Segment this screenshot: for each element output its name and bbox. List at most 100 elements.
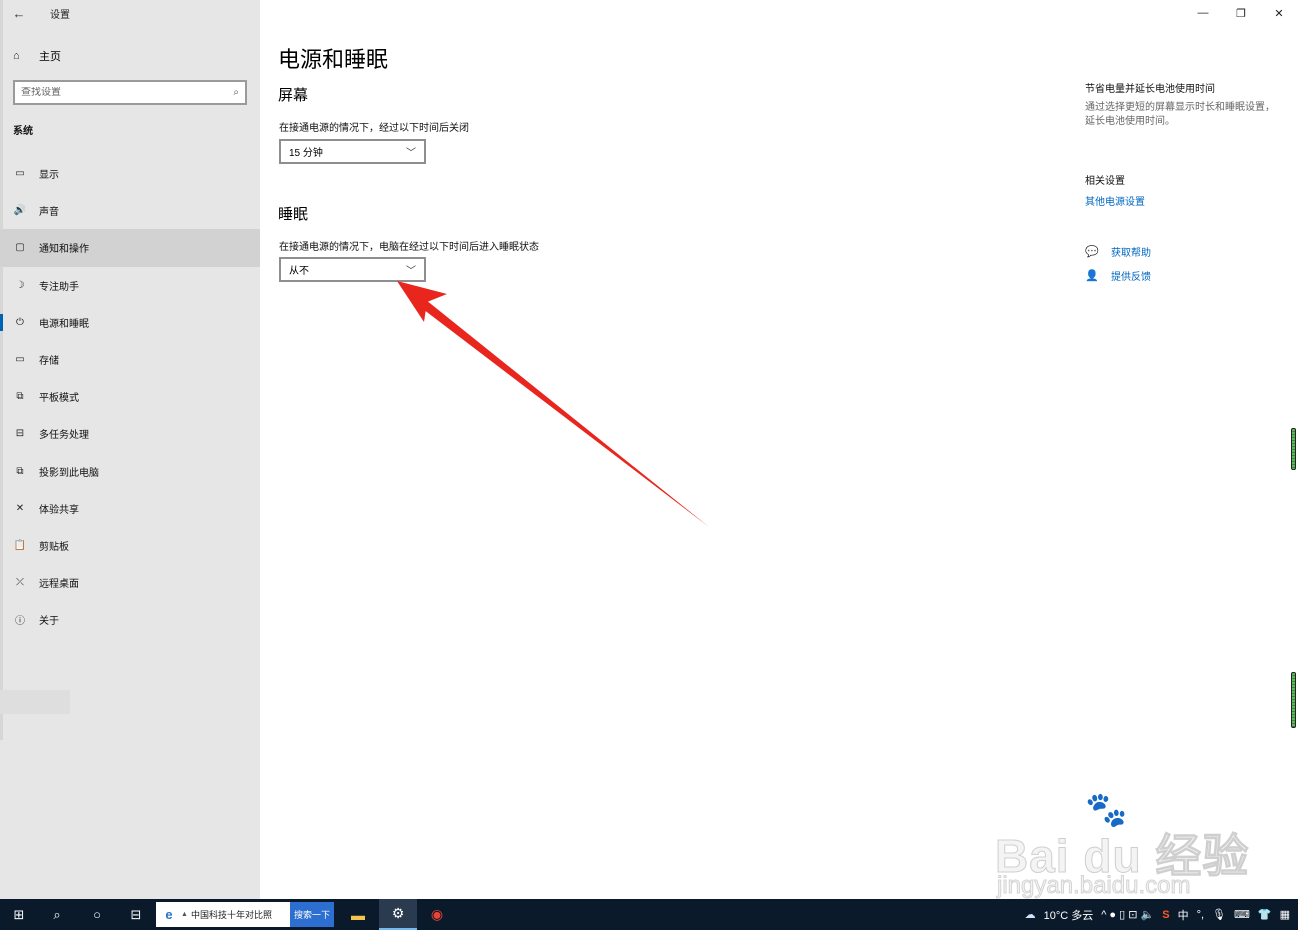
chrome-taskbar-button[interactable]: ◉ [418,899,456,930]
home-icon: ⌂ [13,50,20,62]
skin-icon[interactable]: 👕 [1258,908,1272,921]
task-view-button[interactable]: ⊟ [117,899,155,930]
home-nav-item[interactable]: ⌂ 主页 [0,44,260,68]
tablet-icon: ⧉ [16,391,24,403]
related-settings-heading: 相关设置 [1085,176,1125,187]
sleep-timeout-dropdown[interactable]: 从不 ﹀ [279,257,426,282]
chevron-down-icon: ﹀ [406,266,416,277]
ie-browser-icon: e [165,907,173,922]
weather-readout[interactable]: 10°C 多云 [1044,907,1094,923]
sidebar-item-label: 剪贴板 [39,541,69,553]
sidebar-nav: ▭ 显示 🔊 声音 ▢ 通知和操作 ☽ 专注助手 ⏻ 电源和睡眠 ▭ 存储 ⧉ 平板模式 ⊟ 多任务处理 ⧉ 投影… [0,155,260,638]
settings-window: ← 设置 ⌂ 主页 ⌕ 系统 ▭ 显示 🔊 声音 ▢ 通知和操作 ☽ 专注助手 ⏻ 电源和睡眠 ▭ 存… [0,0,1298,900]
titlebar-left: ← 设置 [0,0,260,26]
sleep-timeout-value: 从不 [289,266,309,277]
circle-icon: ○ [93,907,101,922]
caret-up-icon: ▲ [181,911,188,918]
keyboard-icon[interactable]: ⌨ [1234,908,1250,921]
app-title: 设置 [50,9,70,21]
sidebar-item-power[interactable]: ⏻ 电源和睡眠 [0,304,260,341]
start-button[interactable]: ⊞ [0,899,38,930]
sleep-description: 在接通电源的情况下，电脑在经过以下时间后进入睡眠状态 [279,242,539,253]
sidebar-item-notification[interactable]: ▢ 通知和操作 [0,229,260,267]
screen-timeout-dropdown[interactable]: 15 分钟 ﹀ [279,139,426,164]
section-heading: 系统 [13,126,33,137]
arrow-shaft [415,296,709,527]
sidebar-item-label: 存储 [39,356,59,368]
sidebar-item-tablet[interactable]: ⧉ 平板模式 [0,378,260,415]
info-icon: ⓘ [15,616,25,628]
restore-icon: ❐ [1236,7,1246,20]
screen-timeout-value: 15 分钟 [289,148,323,159]
microphone-icon[interactable]: 🎙 [1212,908,1226,921]
screen-description: 在接通电源的情况下，经过以下时间后关闭 [279,123,469,134]
speaker-icon: 🔊 [13,205,27,217]
sidebar-item-monitor[interactable]: ▭ 显示 [0,155,260,192]
sidebar-item-label: 投影到此电脑 [39,467,99,479]
sogou-ime-icon[interactable]: S [1162,909,1169,921]
sidebar-item-storage[interactable]: ▭ 存储 [0,341,260,378]
minimize-button[interactable]: — [1184,0,1222,26]
sidebar-item-speaker[interactable]: 🔊 声音 [0,192,260,229]
sidebar-blank-area [0,690,70,714]
arrow-head [397,281,447,322]
taskbar-web-search[interactable]: e ▲ 中国科技十年对比照 搜索一下 [156,902,334,927]
windows-logo-icon: ⊞ [13,906,25,922]
close-button[interactable]: ✕ [1260,0,1298,26]
cortana-button[interactable]: ○ [78,899,116,930]
cloud-weather-icon: ☁ [1024,909,1036,921]
sidebar-item-info[interactable]: ⓘ 关于 [0,601,260,638]
monitor-icon: ▭ [15,168,25,180]
ime-mode-indicator[interactable]: 中 [1178,907,1189,923]
sidebar-item-share[interactable]: ✕ 体验共享 [0,490,260,527]
sidebar-item-label: 显示 [39,170,59,182]
scroll-indicator-lower[interactable] [1291,672,1296,728]
sidebar-item-label: 多任务处理 [39,430,89,442]
search-box[interactable]: ⌕ [13,80,247,105]
back-button[interactable]: ← [0,0,38,26]
sidebar-item-label: 远程桌面 [39,579,79,591]
scroll-indicator-upper[interactable] [1291,428,1296,470]
feedback-icon: 👤 [1085,270,1099,282]
punctuation-icon[interactable]: °, [1197,909,1204,921]
settings-taskbar-button[interactable]: ⚙ [379,899,417,930]
give-feedback-label: 提供反馈 [1111,272,1151,283]
restore-button[interactable]: ❐ [1222,0,1260,26]
give-feedback-link[interactable]: 👤 提供反馈 [1085,268,1151,283]
arrow-left-icon: ← [12,5,26,21]
file-explorer-taskbar-button[interactable]: ▬ [339,899,377,930]
notification-icon: ▢ [15,242,25,254]
sidebar-item-label: 专注助手 [39,281,79,293]
search-icon[interactable]: ⌕ [233,87,239,98]
sidebar-item-moon[interactable]: ☽ 专注助手 [0,267,260,304]
additional-power-settings-link[interactable]: 其他电源设置 [1085,193,1145,208]
sleep-heading: 睡眠 [278,206,309,223]
get-help-label: 获取帮助 [1111,248,1151,259]
storage-icon: ▭ [15,354,25,366]
folder-icon: ▬ [351,906,365,923]
minimize-icon: — [1197,7,1209,19]
sidebar-item-multitask[interactable]: ⊟ 多任务处理 [0,415,260,452]
sidebar-item-clipboard[interactable]: 📋 剪贴板 [0,527,260,564]
sidebar-item-label: 电源和睡眠 [39,318,89,330]
sidebar-item-label: 关于 [39,616,59,628]
power-icon: ⏻ [16,316,24,328]
sidebar-item-project[interactable]: ⧉ 投影到此电脑 [0,453,260,490]
watermark-sub-text: jingyan.baidu.com [996,872,1191,900]
search-input[interactable] [21,87,211,98]
share-icon: ✕ [15,502,25,514]
chrome-icon: ◉ [430,906,444,922]
sidebar: ← 设置 ⌂ 主页 ⌕ 系统 ▭ 显示 🔊 声音 ▢ 通知和操作 ☽ 专注助手 ⏻ 电源和睡眠 ▭ 存… [0,0,260,899]
remote-icon: ⤫ [16,577,24,589]
web-search-button[interactable]: 搜索一下 [290,902,334,927]
sidebar-item-label: 通知和操作 [39,244,89,256]
tray-icons[interactable]: ^ ● ▯ ⊡ 🔈 [1101,908,1154,921]
web-search-query[interactable]: 中国科技十年对比照 [191,908,291,921]
sidebar-item-remote[interactable]: ⤫ 远程桌面 [0,564,260,601]
window-controls: — ❐ ✕ [1184,0,1298,26]
taskbar-search-button[interactable]: ⌕ [38,899,76,930]
get-help-link[interactable]: 💬 获取帮助 [1085,244,1151,259]
search-icon: ⌕ [53,906,61,922]
chevron-down-icon: ﹀ [406,148,416,159]
toolbox-icon[interactable]: ▦ [1280,908,1290,921]
